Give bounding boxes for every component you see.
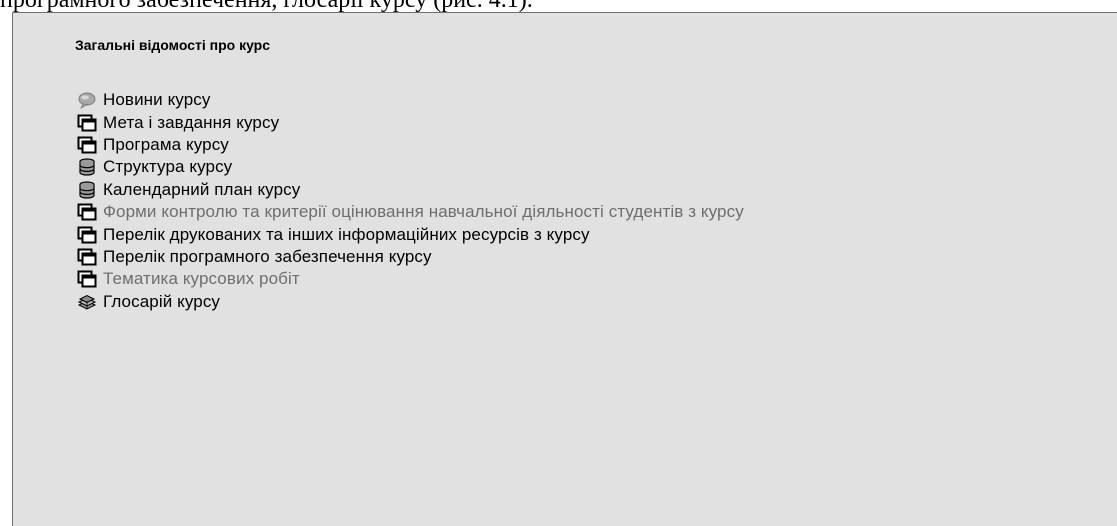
forum-icon [78,92,96,110]
activity-list: Новини курсу Мета і завдання курсу Прогр… [77,89,744,324]
activity-link-software[interactable]: Перелік програмного забезпечення курсу [77,247,432,267]
database-icon [79,158,95,176]
resource-window-icon [77,136,97,154]
activity-label: Тематика курсових робіт [103,269,300,289]
activity-link-structure[interactable]: Структура курсу [77,157,232,177]
activity-link-calendar[interactable]: Календарний план курсу [77,180,300,200]
activity-label: Структура курсу [103,157,233,177]
activity-link-program[interactable]: Програма курсу [77,135,229,155]
resource-window-icon [77,114,97,132]
resource-window-icon [77,270,97,288]
section-title: Загальні відомості про курс [75,37,271,53]
page: програмного забезпечення, глосарії курсу… [0,0,1117,526]
activity-label: Календарний план курсу [103,179,301,199]
activity-link-coursework-topics[interactable]: Тематика курсових робіт [77,269,300,289]
activity-label: Мета і завдання курсу [103,112,280,132]
resource-window-icon [77,203,97,221]
activity-label: Перелік програмного забезпечення курсу [103,246,432,266]
database-icon [79,181,95,199]
activity-link-goals[interactable]: Мета і завдання курсу [77,113,279,133]
activity-label: Глосарій курсу [103,291,221,311]
activity-label: Перелік друкованих та інших інформаційни… [103,224,590,244]
activity-link-news[interactable]: Новини курсу [77,90,210,110]
activity-link-assessment[interactable]: Форми контролю та критерії оцінювання на… [77,202,744,222]
course-section-panel: Загальні відомості про курс Новини курсу [12,12,1117,526]
resource-window-icon [77,226,97,244]
activity-link-glossary[interactable]: Глосарій курсу [77,292,220,312]
resource-window-icon [77,248,97,266]
activity-label: Форми контролю та критерії оцінювання на… [103,202,744,222]
activity-link-resources[interactable]: Перелік друкованих та інших інформаційни… [77,225,590,245]
glossary-books-icon [77,294,97,310]
activity-label: Програма курсу [103,134,229,154]
activity-label: Новини курсу [103,90,211,110]
